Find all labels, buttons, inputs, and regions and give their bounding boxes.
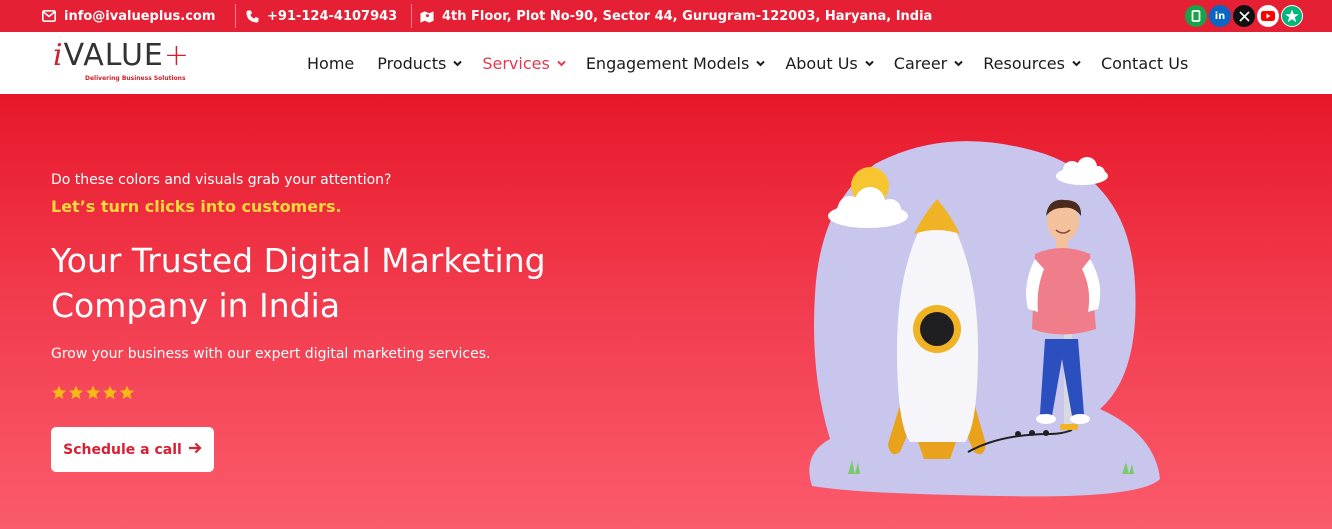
star-icon <box>103 385 117 399</box>
nav-label: Home <box>307 53 355 73</box>
nav-label: Contact Us <box>1100 53 1189 73</box>
map-icon <box>420 9 434 23</box>
chevron-down-icon <box>557 59 566 68</box>
hero-section: Do these colors and visuals grab your at… <box>0 94 1332 529</box>
linkedin-icon[interactable]: in <box>1209 5 1231 27</box>
chevron-down-icon <box>756 59 766 68</box>
email-text: info@ivalueplus.com <box>64 8 216 24</box>
chevron-down-icon <box>1072 59 1081 68</box>
phone-text: +91-124-4107943 <box>267 8 398 24</box>
hero-headline: Your Trusted Digital Marketing Company i… <box>51 241 546 325</box>
nav-label: Products <box>377 53 447 73</box>
nav-label: Resources <box>983 53 1065 73</box>
primary-nav: Home Products Services Engagement Models… <box>307 32 1188 94</box>
trustpilot-icon[interactable] <box>1281 5 1303 27</box>
logo-tagline: Delivering Business Solutions <box>85 75 186 82</box>
nav-label: About Us <box>785 53 858 73</box>
divider <box>235 4 236 28</box>
nav-item-home[interactable]: Home <box>307 54 354 73</box>
star-rating <box>51 385 135 401</box>
top-contact-bar: info@ivalueplus.com +91-124-4107943 4th … <box>0 0 1332 32</box>
main-navbar: iVALUE+ Delivering Business Solutions Ho… <box>0 32 1332 94</box>
star-icon <box>52 385 66 399</box>
hero-subtext: Grow your business with our expert digit… <box>51 346 491 362</box>
star-icon <box>120 385 134 399</box>
youtube-icon[interactable] <box>1257 5 1279 27</box>
ivalue-logo[interactable]: iVALUE+ Delivering Business Solutions <box>53 38 218 86</box>
chevron-down-icon <box>453 59 463 68</box>
chevron-down-icon <box>865 59 874 68</box>
nav-item-services[interactable]: Services <box>482 53 566 73</box>
schedule-call-button[interactable]: Schedule a call <box>51 427 214 472</box>
address-text: 4th Floor, Plot No-90, Sector 44, Gurugr… <box>442 8 933 24</box>
rocket-illustration <box>809 141 1160 497</box>
nav-label: Services <box>482 53 550 73</box>
email-link[interactable]: info@ivalueplus.com <box>42 0 215 32</box>
social-links: in <box>1185 5 1303 27</box>
chevron-down-icon <box>954 59 963 68</box>
clutch-icon[interactable] <box>1185 5 1207 27</box>
arrow-right-icon <box>188 442 202 458</box>
nav-item-contact-us[interactable]: Contact Us <box>1101 54 1188 73</box>
hero-eyebrow: Do these colors and visuals grab your at… <box>51 172 392 188</box>
x-icon[interactable] <box>1233 5 1255 27</box>
logo-wordmark: iVALUE+ <box>53 38 191 73</box>
hero-tagline: Let’s turn clicks into customers. <box>51 197 342 216</box>
nav-item-about-us[interactable]: About Us <box>785 53 874 73</box>
nav-label: Engagement Models <box>585 53 750 73</box>
phone-icon <box>245 9 259 23</box>
nav-item-engagement-models[interactable]: Engagement Models <box>586 54 766 73</box>
star-icon <box>86 385 100 399</box>
nav-item-products[interactable]: Products <box>377 53 463 73</box>
envelope-icon <box>42 9 56 23</box>
nav-label: Career <box>893 53 948 73</box>
phone-link[interactable]: +91-124-4107943 <box>245 0 397 32</box>
nav-item-resources[interactable]: Resources <box>983 54 1081 73</box>
star-icon <box>69 385 83 399</box>
nav-item-career[interactable]: Career <box>894 54 963 73</box>
divider <box>411 4 412 28</box>
cta-label: Schedule a call <box>63 441 182 458</box>
address-link[interactable]: 4th Floor, Plot No-90, Sector 44, Gurugr… <box>420 0 932 32</box>
